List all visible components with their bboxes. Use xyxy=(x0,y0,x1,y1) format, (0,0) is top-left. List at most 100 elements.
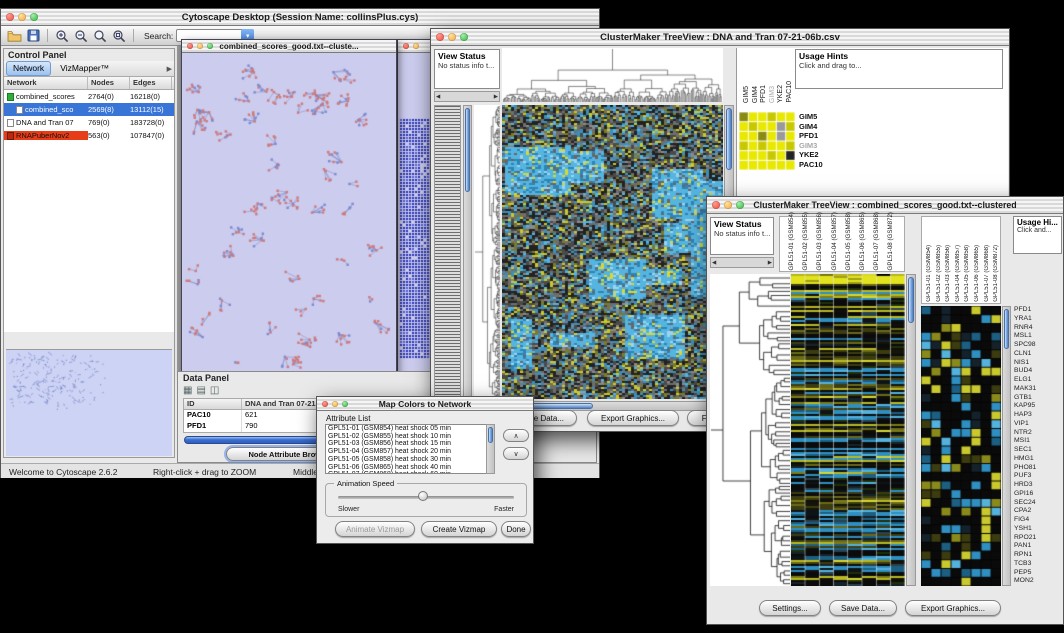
maximize-icon[interactable] xyxy=(207,43,213,49)
gene-label-RPN1[interactable]: RPN1 xyxy=(1014,551,1062,560)
close-icon[interactable] xyxy=(6,13,14,21)
zoom-in-icon[interactable] xyxy=(54,28,70,43)
network-row-combined_scores[interactable]: combined_scores2764(0)16218(0) xyxy=(4,90,174,103)
column-header-edges[interactable]: Edges xyxy=(130,77,172,89)
scroll-left-icon[interactable]: ◀ xyxy=(436,94,440,100)
minimize-icon[interactable] xyxy=(18,13,26,21)
attribute-item[interactable]: GPL51-05 (GSM858) heat shock 30 min xyxy=(326,456,494,464)
zoom-actual-icon[interactable] xyxy=(92,28,108,43)
attribute-item[interactable]: GPL51-03 (GSM856) heat shock 15 min xyxy=(326,440,494,448)
gene-label-ELG1[interactable]: ELG1 xyxy=(1014,376,1062,385)
minimize-icon[interactable] xyxy=(724,201,732,209)
gene-label-GTB1[interactable]: GTB1 xyxy=(1014,394,1062,403)
gene-label-HMG1[interactable]: HMG1 xyxy=(1014,455,1062,464)
gene-label-MSI1[interactable]: MSI1 xyxy=(1014,437,1062,446)
heatmap-v-scrollbar[interactable] xyxy=(906,274,916,586)
close-icon[interactable] xyxy=(712,201,720,209)
column-dendrogram-canvas[interactable] xyxy=(502,48,723,102)
zoom-v-scrollbar[interactable] xyxy=(1002,306,1011,586)
main-titlebar[interactable]: Cytoscape Desktop (Session Name: collins… xyxy=(1,9,599,26)
close-icon[interactable] xyxy=(403,43,409,49)
zoom-heatmap-canvas[interactable] xyxy=(921,306,1001,586)
attribute-item[interactable]: GPL51-04 (GSM857) heat shock 20 min xyxy=(326,448,494,456)
create-vizmap-button[interactable]: Create Vizmap xyxy=(421,521,497,537)
gene-label-NTR2[interactable]: NTR2 xyxy=(1014,429,1062,438)
table-view-icon[interactable]: ▦ xyxy=(183,386,192,396)
gene-label-PHO81[interactable]: PHO81 xyxy=(1014,464,1062,473)
gene-label-HRD3[interactable]: HRD3 xyxy=(1014,481,1062,490)
scrollbar-thumb[interactable] xyxy=(488,427,493,443)
treeview-combined-titlebar[interactable]: ClusterMaker TreeView : combined_scores_… xyxy=(707,197,1063,214)
gene-label-GPI16[interactable]: GPI16 xyxy=(1014,490,1062,499)
gene-label-YRA1[interactable]: YRA1 xyxy=(1014,315,1062,324)
export-graphics-button[interactable]: Export Graphics... xyxy=(905,600,1001,616)
minimize-icon[interactable] xyxy=(332,401,338,407)
maximize-icon[interactable] xyxy=(460,33,468,41)
gene-label-TCB3[interactable]: TCB3 xyxy=(1014,560,1062,569)
gene-list-scrollbar[interactable] xyxy=(463,105,472,399)
gene-label-PFD1[interactable]: PFD1 xyxy=(799,131,843,141)
gene-label-SPC98[interactable]: SPC98 xyxy=(1014,341,1062,350)
gene-label-BUD4[interactable]: BUD4 xyxy=(1014,367,1062,376)
scrollbar-thumb[interactable] xyxy=(908,277,914,323)
network-view-titlebar[interactable]: combined_scores_good.txt--cluste... xyxy=(182,40,396,53)
speed-slider-thumb[interactable] xyxy=(418,491,428,501)
attribute-item[interactable]: GPL51-02 (GSM855) heat shock 10 min xyxy=(326,433,494,441)
h-scroll-mini[interactable]: ◀ ▶ xyxy=(434,91,500,102)
gene-label-PUF3[interactable]: PUF3 xyxy=(1014,472,1062,481)
save-data-button[interactable]: Save Data... xyxy=(829,600,897,616)
gene-label-MAK31[interactable]: MAK31 xyxy=(1014,385,1062,394)
maximize-icon[interactable] xyxy=(736,201,744,209)
network-row-RNAPuberNov2[interactable]: RNAPuberNov2563(0)107847(0) xyxy=(4,129,174,142)
gene-label-SEC1[interactable]: SEC1 xyxy=(1014,446,1062,455)
network-row-combined_sco[interactable]: combined_sco2569(8)13112(15) xyxy=(4,103,174,116)
gene-label-VIP1[interactable]: VIP1 xyxy=(1014,420,1062,429)
minimize-icon[interactable] xyxy=(448,33,456,41)
gene-label-MON2[interactable]: MON2 xyxy=(1014,577,1062,586)
cluster-heatmap-canvas[interactable] xyxy=(791,274,905,586)
gene-label-YKE2[interactable]: YKE2 xyxy=(799,150,843,160)
dialog-titlebar[interactable]: Map Colors to Network xyxy=(317,397,533,411)
attribute-item[interactable]: GPL51-07 (GSM868) heat shock 60 min xyxy=(326,471,494,474)
minimize-icon[interactable] xyxy=(413,43,419,49)
zoom-out-icon[interactable] xyxy=(73,28,89,43)
done-button[interactable]: Done xyxy=(501,521,531,537)
row-dendrogram-canvas[interactable] xyxy=(710,274,790,586)
gene-label-GIM4[interactable]: GIM4 xyxy=(799,122,843,132)
gene-label-FIG4[interactable]: FIG4 xyxy=(1014,516,1062,525)
network-table-header[interactable]: Network Nodes Edges xyxy=(4,77,174,90)
gene-label-MSL1[interactable]: MSL1 xyxy=(1014,332,1062,341)
scrollbar-thumb[interactable] xyxy=(465,108,470,192)
row-dendrogram-canvas[interactable] xyxy=(474,105,500,399)
column-header-id[interactable]: ID xyxy=(184,399,242,409)
gene-label-YSH1[interactable]: YSH1 xyxy=(1014,525,1062,534)
tab-vizmapper[interactable]: VizMapper™ xyxy=(54,62,115,75)
tab-overflow-icon[interactable]: ▶ xyxy=(167,65,172,73)
scrollbar-thumb[interactable] xyxy=(726,108,732,170)
maximize-icon[interactable] xyxy=(342,401,348,407)
close-icon[interactable] xyxy=(187,43,193,49)
scroll-right-icon[interactable]: ▶ xyxy=(768,260,772,266)
export-graphics-button[interactable]: Export Graphics... xyxy=(587,410,679,426)
minimize-icon[interactable] xyxy=(197,43,203,49)
gene-label-CLN1[interactable]: CLN1 xyxy=(1014,350,1062,359)
move-up-button[interactable]: ∧ xyxy=(503,429,529,442)
gene-label-PEP5[interactable]: PEP5 xyxy=(1014,569,1062,578)
scroll-left-icon[interactable]: ◀ xyxy=(712,260,716,266)
move-down-button[interactable]: ∨ xyxy=(503,447,529,460)
network-row-DNA and Tran 07[interactable]: DNA and Tran 07769(0)183728(0) xyxy=(4,116,174,129)
network-view-canvas[interactable] xyxy=(182,53,396,376)
gene-label-GIM5[interactable]: GIM5 xyxy=(799,112,843,122)
gene-label-SEC24[interactable]: SEC24 xyxy=(1014,499,1062,508)
animate-vizmap-button[interactable]: Animate Vizmap xyxy=(335,521,415,537)
close-icon[interactable] xyxy=(436,33,444,41)
column-header-nodes[interactable]: Nodes xyxy=(88,77,130,89)
scroll-right-icon[interactable]: ▶ xyxy=(494,94,498,100)
cluster-heatmap-canvas[interactable] xyxy=(502,105,723,399)
h-scroll-mini[interactable]: ◀ ▶ xyxy=(710,257,774,268)
maximize-icon[interactable] xyxy=(30,13,38,21)
network-view-window[interactable]: combined_scores_good.txt--cluste... xyxy=(181,39,397,377)
attribute-list-scrollbar[interactable] xyxy=(486,424,495,474)
gene-label-GIM3[interactable]: GIM3 xyxy=(799,141,843,151)
save-icon[interactable] xyxy=(25,28,41,43)
